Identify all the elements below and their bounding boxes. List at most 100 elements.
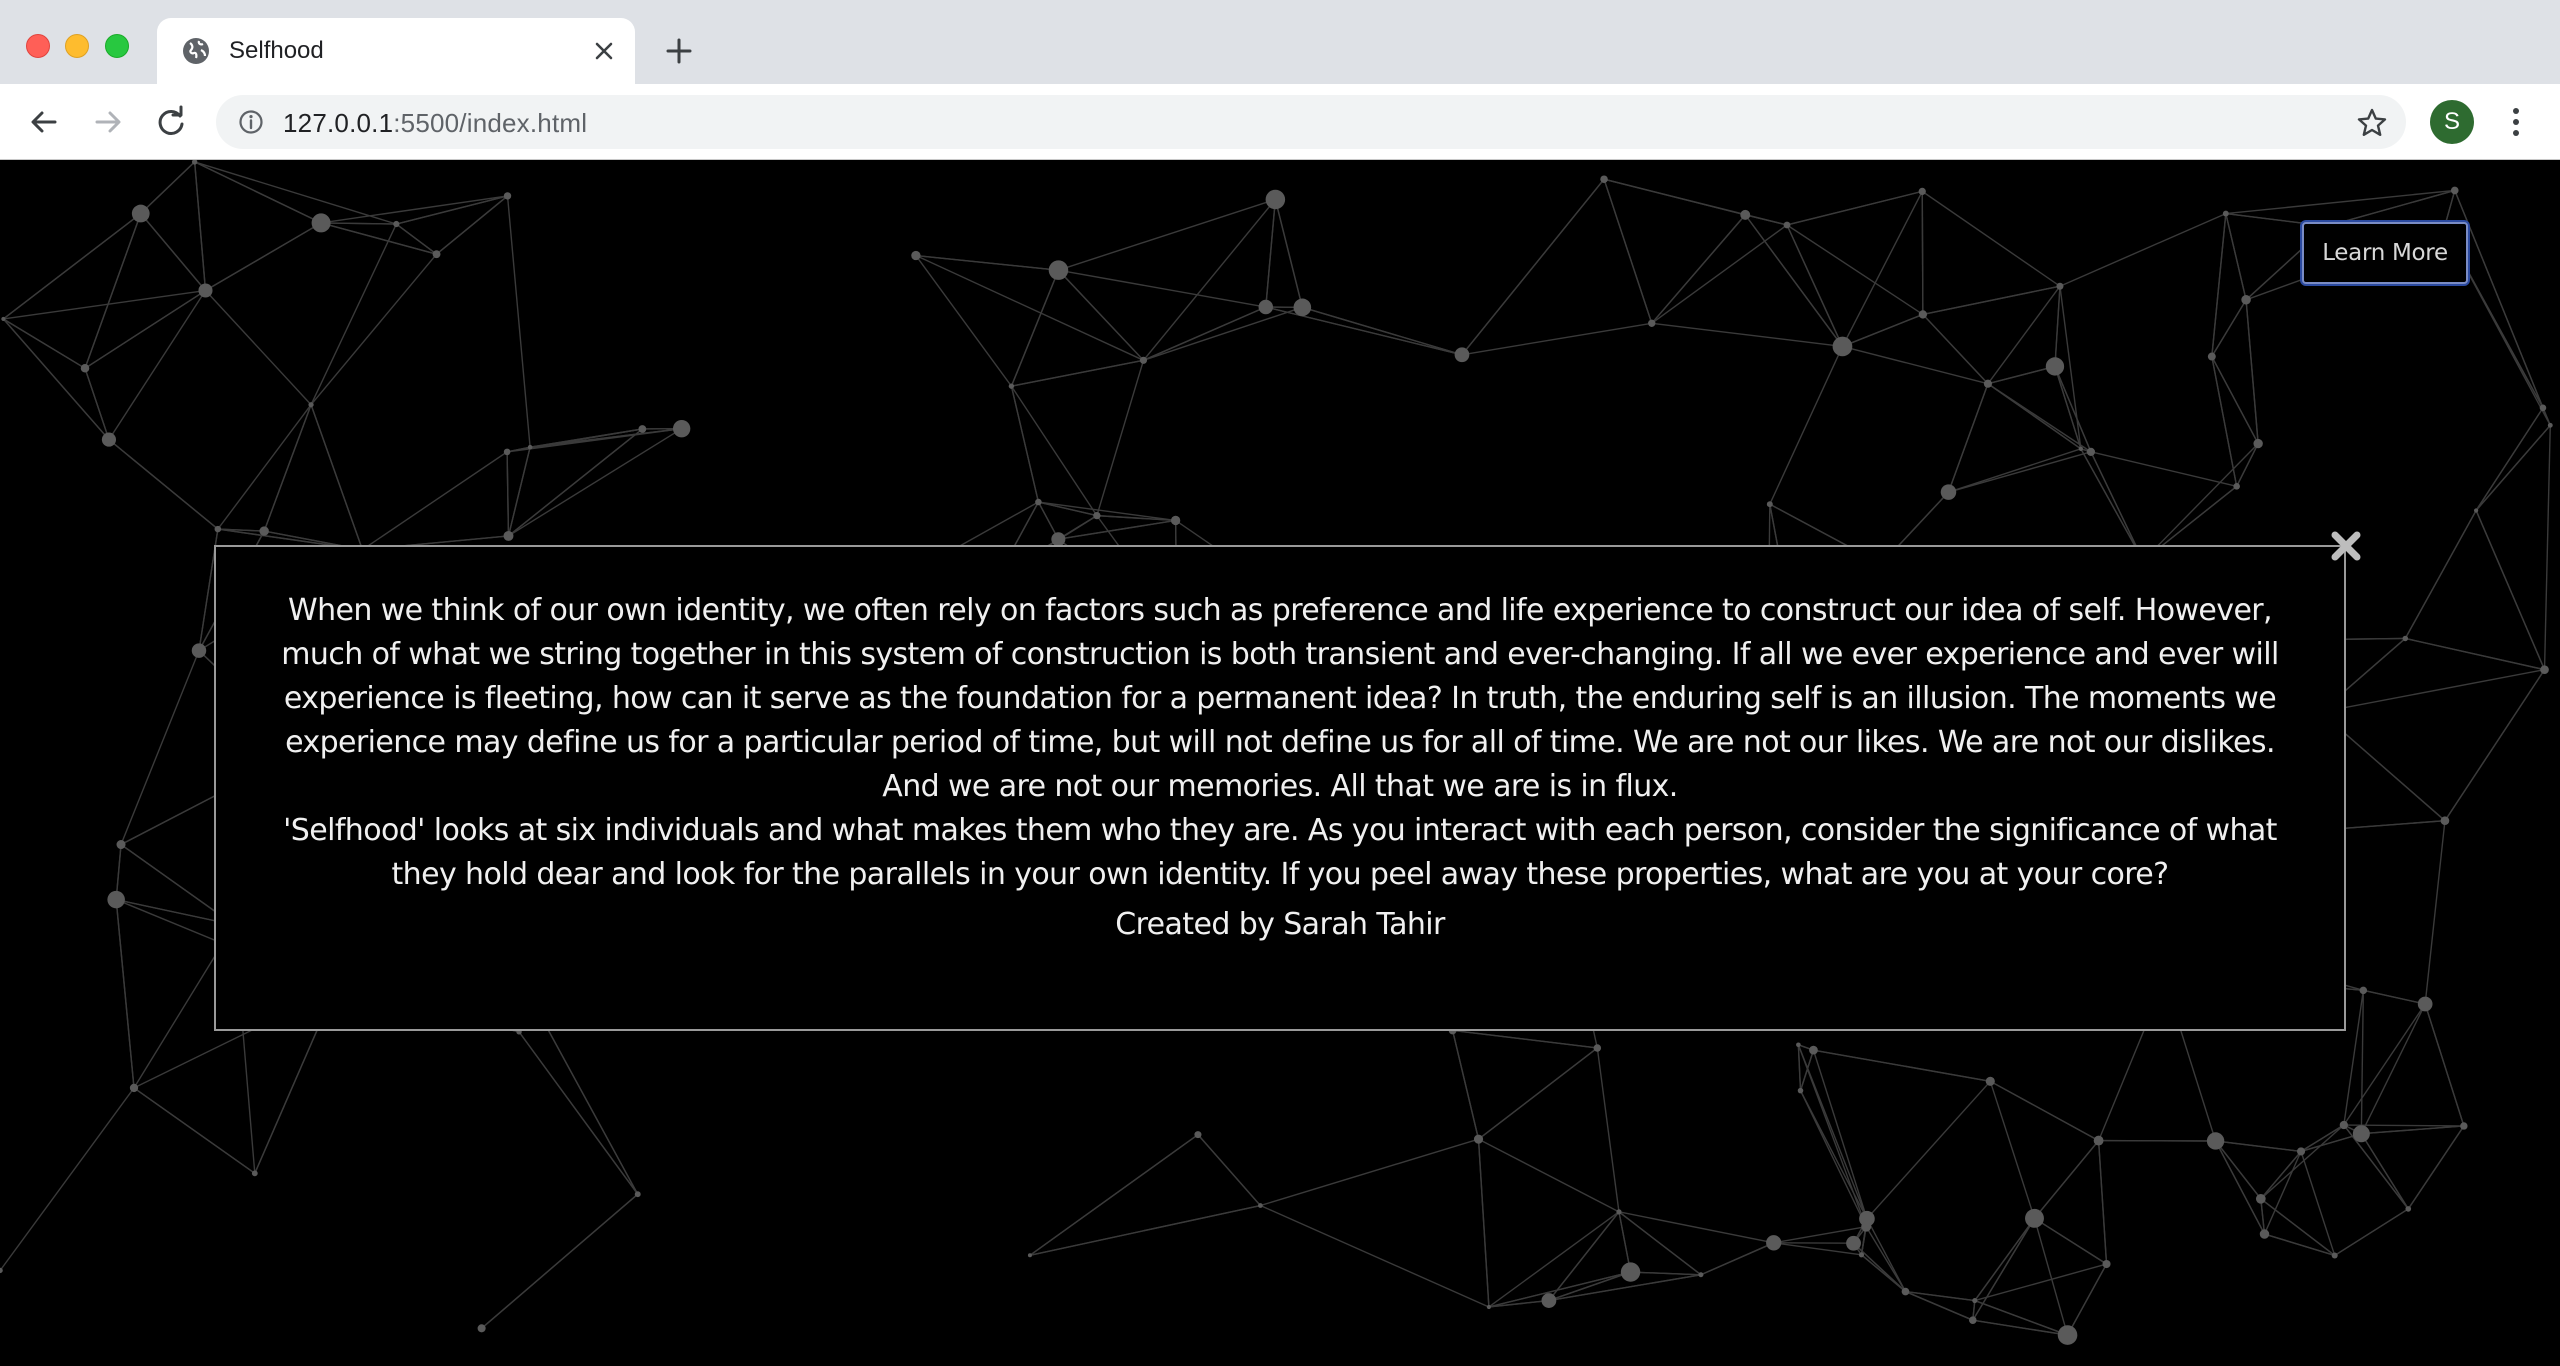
address-bar[interactable]: 127.0.0.1:5500/index.html [216, 95, 2406, 149]
network-node [1541, 1293, 1557, 1308]
network-node [2259, 1229, 2270, 1239]
page-viewport: Learn More When we think of our own iden… [0, 160, 2560, 1366]
network-node [1454, 347, 1470, 363]
network-link [1011, 359, 1144, 387]
network-node [1265, 189, 1286, 210]
network-link [2475, 510, 2546, 670]
network-node [2417, 996, 2433, 1012]
profile-avatar[interactable]: S [2430, 100, 2474, 144]
network-link [1488, 1211, 1620, 1308]
network-link [1921, 191, 1924, 315]
network-link [1974, 1263, 2107, 1302]
forward-arrow-icon[interactable] [90, 104, 126, 140]
reload-icon[interactable] [153, 104, 189, 140]
network-link [395, 223, 437, 255]
browser-toolbar: 127.0.0.1:5500/index.html S [0, 84, 2560, 160]
network-node [1008, 383, 1015, 389]
network-node [191, 643, 207, 658]
network-link [506, 428, 643, 453]
network-node [1170, 515, 1181, 526]
network-link [1865, 1226, 1907, 1292]
network-link [2211, 213, 2227, 357]
network-node [672, 419, 691, 438]
network-node [1809, 1045, 1818, 1055]
network-link [1265, 199, 1277, 308]
window-zoom-button[interactable] [105, 34, 129, 58]
network-link [2215, 1140, 2302, 1153]
network-link [2343, 990, 2365, 1126]
browser-tab[interactable]: Selfhood [157, 18, 635, 84]
network-link [2214, 1140, 2266, 1235]
network-node [2339, 1120, 2348, 1130]
bookmark-star-icon[interactable] [2356, 107, 2388, 139]
network-node [2093, 1135, 2104, 1146]
network-link [193, 161, 207, 291]
network-node [2222, 210, 2229, 217]
network-link [507, 447, 531, 537]
window-close-button[interactable] [26, 34, 50, 58]
network-node [107, 890, 125, 909]
network-link [1302, 306, 1463, 356]
network-link [1548, 1271, 1631, 1302]
globe-icon [183, 38, 209, 64]
network-link [506, 451, 510, 536]
network-link [1813, 1049, 1991, 1082]
network-link [2343, 1003, 2426, 1126]
network-node [131, 204, 150, 223]
network-link [108, 439, 219, 530]
back-arrow-icon[interactable] [26, 104, 62, 140]
network-link [84, 368, 110, 440]
network-link [1265, 306, 1463, 356]
new-tab-plus-icon[interactable] [662, 34, 696, 68]
network-node [2331, 1252, 2338, 1259]
network-node [1766, 1235, 1782, 1251]
network-link [2320, 668, 2545, 713]
network-link [115, 899, 135, 1088]
network-link [506, 195, 531, 448]
network-link [1478, 1047, 1598, 1140]
network-link [1096, 360, 1145, 516]
network-link [2236, 443, 2259, 487]
network-link [2260, 1198, 2336, 1257]
network-node [116, 840, 126, 850]
network-link [1488, 1299, 1549, 1308]
network-node [1139, 356, 1148, 364]
kebab-menu-icon[interactable] [2504, 104, 2528, 140]
network-link [1478, 1138, 1620, 1213]
network-node [2255, 1193, 2266, 1204]
network-link [140, 161, 196, 215]
network-link [1038, 501, 1176, 522]
network-link [1596, 1047, 1620, 1212]
network-link [1922, 313, 1989, 385]
network-link [1618, 1211, 1774, 1244]
network-link [1143, 306, 1267, 361]
network-node [1194, 1131, 1202, 1139]
network-node [911, 250, 921, 261]
network-node [2207, 352, 2216, 361]
network-link [1143, 306, 1303, 361]
network-node [2450, 186, 2459, 195]
network-link [321, 222, 397, 225]
network-node [503, 530, 514, 541]
network-link [2363, 989, 2426, 1005]
network-node [259, 526, 269, 536]
network-link [84, 213, 142, 369]
network-node [2547, 422, 2553, 428]
network-link [2, 318, 110, 441]
network-node [2440, 816, 2450, 826]
info-icon[interactable] [238, 109, 264, 135]
close-icon[interactable] [591, 38, 617, 64]
learn-more-button[interactable]: Learn More [2302, 222, 2468, 284]
network-node [101, 432, 117, 447]
network-link [1010, 269, 1060, 387]
network-link [1769, 346, 1844, 505]
network-node [2359, 986, 2368, 995]
network-node [2206, 1132, 2225, 1150]
intro-modal: When we think of our own identity, we of… [214, 545, 2346, 1031]
close-icon[interactable] [2326, 526, 2366, 566]
window-minimize-button[interactable] [65, 34, 89, 58]
project-description-paragraph: 'Selfhood' looks at six individuals and … [283, 813, 2277, 892]
network-link [2054, 366, 2092, 453]
network-link [1948, 448, 2082, 493]
network-link [140, 213, 207, 291]
